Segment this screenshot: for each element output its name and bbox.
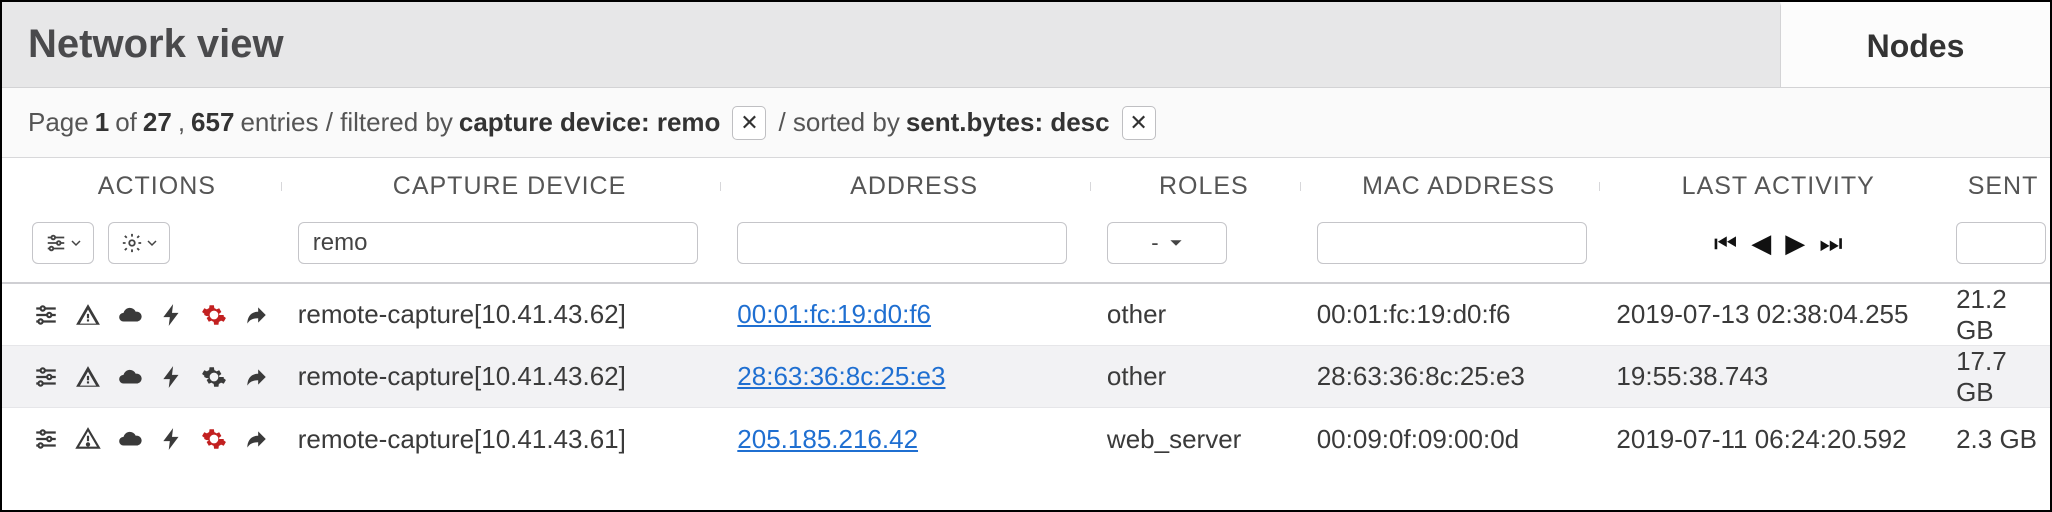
bulk-gear-button[interactable]	[108, 222, 170, 264]
sorted-prefix: / sorted by	[778, 107, 899, 138]
address-link[interactable]: 205.185.216.42	[737, 424, 918, 455]
bulk-sliders-button[interactable]	[32, 222, 94, 264]
active-filter: capture device: remo	[459, 107, 721, 138]
gear-icon[interactable]	[200, 425, 228, 453]
table-row: remote-capture[10.41.43.62] 00:01:fc:19:…	[2, 284, 2050, 346]
page-label-prefix: Page	[28, 107, 89, 138]
bolt-icon[interactable]	[158, 363, 186, 391]
alert-icon[interactable]	[74, 301, 102, 329]
capture-device-cell: remote-capture[10.41.43.61]	[298, 424, 626, 455]
last-activity-cell: 19:55:38.743	[1616, 361, 1768, 392]
col-address[interactable]: ADDRESS	[721, 172, 1091, 201]
col-actions[interactable]: ACTIONS	[2, 172, 282, 201]
page-title: Network view	[2, 2, 1780, 87]
page-total: 27	[143, 107, 172, 138]
gear-icon[interactable]	[200, 301, 228, 329]
col-roles[interactable]: ROLES	[1091, 172, 1301, 201]
sent-cell: 2.3 GB	[1956, 424, 2037, 455]
sliders-icon[interactable]	[32, 301, 60, 329]
nodes-table: ACTIONS CAPTURE DEVICE ADDRESS ROLES MAC…	[2, 158, 2050, 470]
col-mac-address[interactable]: MAC ADDRESS	[1301, 172, 1601, 201]
roles-selected-value: -	[1151, 230, 1158, 256]
cloud-icon[interactable]	[116, 301, 144, 329]
roles-cell: other	[1107, 361, 1166, 392]
entries-count: 657	[191, 107, 234, 138]
cloud-icon[interactable]	[116, 363, 144, 391]
clear-sort-button[interactable]: ✕	[1122, 106, 1156, 140]
gear-icon[interactable]	[200, 363, 228, 391]
bolt-icon[interactable]	[158, 301, 186, 329]
share-icon[interactable]	[242, 363, 270, 391]
address-link[interactable]: 00:01:fc:19:d0:f6	[737, 299, 931, 330]
last-activity-cell: 2019-07-11 06:24:20.592	[1616, 424, 1906, 455]
sliders-icon[interactable]	[32, 425, 60, 453]
alert-icon[interactable]	[74, 425, 102, 453]
mac-filter-input[interactable]	[1317, 222, 1587, 264]
sliders-icon[interactable]	[32, 363, 60, 391]
roles-cell: other	[1107, 299, 1166, 330]
share-icon[interactable]	[242, 301, 270, 329]
nav-next-icon[interactable]: ▶	[1785, 230, 1805, 256]
col-sent[interactable]: SENT	[1940, 172, 2050, 201]
time-nav-controls: ⏮ ◀ ▶ ⏭	[1616, 230, 1940, 256]
last-activity-cell: 2019-07-13 02:38:04.255	[1616, 299, 1908, 330]
sent-cell: 21.2 GB	[1956, 284, 2050, 346]
cloud-icon[interactable]	[116, 425, 144, 453]
capture-device-cell: remote-capture[10.41.43.62]	[298, 299, 626, 330]
table-row: remote-capture[10.41.43.62] 28:63:36:8c:…	[2, 346, 2050, 408]
address-filter-input[interactable]	[737, 222, 1067, 264]
capture-device-filter-input[interactable]	[298, 222, 698, 264]
sent-filter-input[interactable]	[1956, 222, 2046, 264]
col-last-activity[interactable]: LAST ACTIVITY	[1600, 172, 1940, 201]
sent-cell: 17.7 GB	[1956, 346, 2050, 408]
address-link[interactable]: 28:63:36:8c:25:e3	[737, 361, 945, 392]
bolt-icon[interactable]	[158, 425, 186, 453]
mac-cell: 28:63:36:8c:25:e3	[1317, 361, 1525, 392]
active-sort: sent.bytes: desc	[906, 107, 1110, 138]
nav-last-icon[interactable]: ⏭	[1819, 230, 1842, 256]
entries-suffix: entries / filtered by	[240, 107, 452, 138]
mac-cell: 00:09:0f:09:00:0d	[1317, 424, 1519, 455]
alert-icon[interactable]	[74, 363, 102, 391]
nav-first-icon[interactable]: ⏮	[1714, 230, 1737, 256]
share-icon[interactable]	[242, 425, 270, 453]
roles-filter-dropdown[interactable]: -	[1107, 222, 1227, 264]
table-row: remote-capture[10.41.43.61] 205.185.216.…	[2, 408, 2050, 470]
clear-filter-button[interactable]: ✕	[732, 106, 766, 140]
roles-cell: web_server	[1107, 424, 1241, 455]
filter-summary-bar: Page 1 of 27 , 657 entries / filtered by…	[2, 88, 2050, 158]
page-sep: ,	[178, 107, 185, 138]
nav-prev-icon[interactable]: ◀	[1751, 230, 1771, 256]
mac-cell: 00:01:fc:19:d0:f6	[1317, 299, 1511, 330]
tab-nodes[interactable]: Nodes	[1780, 2, 2050, 87]
col-capture-device[interactable]: CAPTURE DEVICE	[282, 172, 722, 201]
page-number: 1	[95, 107, 109, 138]
page-of: of	[115, 107, 137, 138]
capture-device-cell: remote-capture[10.41.43.62]	[298, 361, 626, 392]
chevron-down-icon	[1169, 236, 1183, 250]
